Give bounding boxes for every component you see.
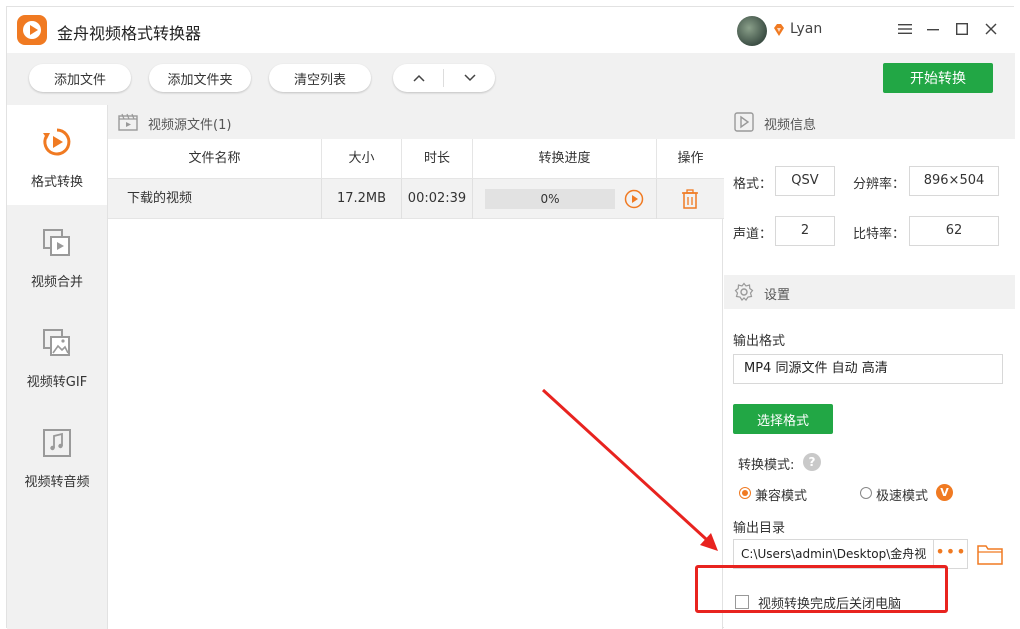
column-header-duration: 时长 [402, 139, 473, 179]
app-logo-icon [17, 15, 47, 45]
compat-mode-radio[interactable] [739, 487, 751, 499]
gif-icon [43, 329, 70, 356]
gear-icon [734, 282, 754, 301]
move-up-button[interactable] [393, 64, 444, 92]
channels-label: 声道： [733, 227, 773, 242]
help-icon[interactable]: ? [803, 453, 821, 471]
sidebar-item-format-convert[interactable]: 格式转换 [7, 105, 107, 205]
channels-value: 2 [775, 216, 835, 246]
output-format-label: 输出格式 [733, 334, 786, 349]
progress-bar: 0% [485, 189, 615, 209]
file-duration: 00:02:39 [402, 179, 473, 219]
fast-mode-radio[interactable] [860, 487, 872, 499]
video-merge-icon [43, 229, 70, 256]
play-icon[interactable] [624, 189, 644, 209]
format-value: QSV [775, 166, 835, 196]
folder-icon[interactable] [977, 543, 1003, 565]
annotation-highlight-box [695, 565, 948, 613]
fast-mode-label[interactable]: 极速模式 [876, 485, 928, 504]
trash-icon[interactable] [681, 189, 699, 209]
browse-more-button[interactable]: ••• [933, 540, 967, 568]
add-file-button[interactable]: 添加文件 [29, 64, 131, 92]
video-info-title: 视频信息 [764, 118, 817, 133]
sidebar-item-label: 视频合并 [30, 275, 83, 290]
sidebar-item-video-to-gif[interactable]: 视频转GIF [7, 305, 107, 405]
avatar[interactable] [737, 16, 767, 46]
title-bar: 金舟视频格式转换器 Lyan [7, 7, 1015, 53]
compat-mode-label[interactable]: 兼容模式 [755, 485, 807, 504]
app-title: 金舟视频格式转换器 [57, 24, 202, 43]
resolution-value: 896×504 [909, 166, 999, 196]
settings-header: 设置 [724, 275, 1015, 309]
file-list-panel: 视频源文件(1) 文件名称 大小 时长 转换进度 操作 下载的视频 17.2MB… [107, 105, 724, 629]
convert-mode-label: 转换模式: [738, 458, 795, 473]
column-header-actions: 操作 [677, 151, 704, 166]
column-header-size: 大小 [322, 139, 402, 179]
app-window: 金舟视频格式转换器 Lyan 添加文件 添加文件夹 清空列表 开始转换 格式转换… [6, 6, 1015, 629]
vip-diamond-icon [774, 24, 784, 36]
chevron-down-icon [463, 74, 476, 82]
bitrate-value: 62 [909, 216, 999, 246]
output-format-field[interactable]: MP4 同源文件 自动 高清 [733, 354, 1003, 384]
sidebar-item-label: 视频转GIF [26, 375, 88, 390]
resolution-label: 分辨率： [853, 177, 906, 192]
start-convert-button[interactable]: 开始转换 [883, 63, 993, 93]
sidebar: 格式转换 视频合并 视频转GIF 视频转音频 [7, 105, 107, 629]
column-header-name: 文件名称 [108, 139, 322, 179]
audio-icon [43, 429, 71, 457]
format-convert-icon [43, 128, 71, 156]
bitrate-label: 比特率： [853, 227, 906, 242]
maximize-icon[interactable] [952, 19, 972, 39]
file-list-header: 视频源文件(1) [108, 105, 724, 139]
toolbar: 添加文件 添加文件夹 清空列表 开始转换 [7, 53, 1015, 105]
vip-badge: V [936, 484, 953, 501]
video-info-icon [734, 112, 754, 132]
add-folder-button[interactable]: 添加文件夹 [149, 64, 251, 92]
table-row[interactable]: 下载的视频 17.2MB 00:02:39 0% [108, 179, 724, 219]
settings-title: 设置 [764, 288, 791, 303]
chevron-up-icon [412, 74, 425, 82]
choose-format-button[interactable]: 选择格式 [733, 404, 833, 434]
video-info-header: 视频信息 [724, 105, 1015, 139]
minimize-icon[interactable] [923, 19, 943, 39]
format-label: 格式： [733, 177, 773, 192]
file-name: 下载的视频 [108, 179, 322, 219]
output-dir-label: 输出目录 [733, 521, 786, 536]
table-header: 文件名称 大小 时长 转换进度 操作 [108, 139, 724, 179]
clear-list-button[interactable]: 清空列表 [269, 64, 371, 92]
column-header-progress: 转换进度 [473, 139, 657, 179]
sidebar-item-label: 视频转音频 [24, 475, 90, 490]
sidebar-item-video-to-audio[interactable]: 视频转音频 [7, 405, 107, 505]
file-size: 17.2MB [322, 179, 402, 219]
move-down-button[interactable] [444, 64, 495, 92]
menu-icon[interactable] [895, 19, 915, 39]
video-file-icon [118, 113, 138, 131]
output-dir-path: C:\Users\admin\Desktop\金舟视 [741, 547, 927, 561]
file-list-title: 视频源文件(1) [148, 118, 232, 133]
close-icon[interactable] [981, 19, 1001, 39]
reorder-group [393, 64, 495, 92]
sidebar-item-video-merge[interactable]: 视频合并 [7, 205, 107, 305]
right-panel: 视频信息 格式： QSV 分辨率： 896×504 声道： 2 比特率： 62 … [724, 105, 1015, 629]
sidebar-item-label: 格式转换 [30, 175, 83, 190]
user-name[interactable]: Lyan [790, 21, 822, 37]
